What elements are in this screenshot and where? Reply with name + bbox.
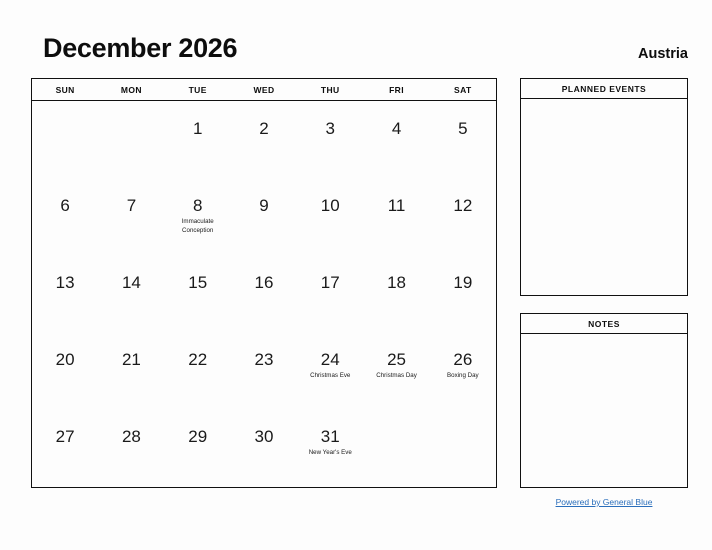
notes-title: NOTES <box>521 314 687 334</box>
page-title: December 2026 <box>43 33 238 63</box>
calendar-day-number: 8 <box>192 196 203 215</box>
calendar-day-cell[interactable]: 10 <box>297 178 363 255</box>
day-of-week-sat: SAT <box>454 84 472 95</box>
calendar-day-cell[interactable]: 17 <box>297 255 363 332</box>
planned-events-panel: PLANNED EVENTS <box>520 78 688 296</box>
calendar-day-number: 26 <box>453 350 473 369</box>
calendar-day-cell[interactable]: 6 <box>32 178 98 255</box>
calendar-day-event: New Year's Eve <box>308 449 352 456</box>
calendar-day-number: 10 <box>320 196 340 215</box>
calendar-day-number: 29 <box>188 427 208 446</box>
notes-writing-area[interactable] <box>521 334 687 488</box>
calendar-day-number: 3 <box>325 119 335 138</box>
calendar-day-cell[interactable]: 28 <box>98 409 164 486</box>
calendar-day-cell[interactable]: 27 <box>32 409 98 486</box>
calendar-week-row: 13 14 15 16 17 18 19 <box>32 255 496 332</box>
calendar-empty-cell <box>98 101 164 178</box>
day-of-week-header-row: SUN MON TUE WED THU FRI SAT <box>32 79 496 101</box>
day-of-week-mon: MON <box>120 84 142 95</box>
calendar-day-event: Immaculate Conception <box>181 218 214 234</box>
calendar-day-number: 7 <box>126 196 137 215</box>
day-of-week-thu: THU <box>320 84 340 95</box>
country-label: Austria <box>638 46 688 62</box>
day-of-week-sun: SUN <box>55 84 75 95</box>
calendar-day-cell[interactable]: 20 <box>32 332 98 409</box>
calendar-day-number: 13 <box>55 273 75 292</box>
calendar-day-cell[interactable]: 3 <box>297 101 363 178</box>
calendar-day-cell[interactable]: 1 <box>165 101 231 178</box>
calendar-week-row: 6 7 8 Immaculate Conception 9 10 11 12 <box>32 178 496 255</box>
calendar-day-number: 21 <box>121 350 141 369</box>
calendar-day-number: 18 <box>387 273 406 292</box>
calendar-day-cell[interactable]: 11 <box>363 178 429 255</box>
calendar-day-cell[interactable]: 13 <box>32 255 98 332</box>
calendar-day-number: 20 <box>55 350 75 369</box>
calendar-day-cell[interactable]: 25 Christmas Day <box>363 332 429 409</box>
calendar-day-cell[interactable]: 15 <box>165 255 231 332</box>
calendar-day-number: 2 <box>259 119 269 138</box>
day-of-week-wed: WED <box>253 84 275 95</box>
powered-by-link[interactable]: Powered by General Blue <box>520 497 688 507</box>
day-of-week-fri: FRI <box>389 84 404 95</box>
calendar-day-event: Christmas Eve <box>310 372 351 379</box>
planned-events-writing-area[interactable] <box>521 99 687 296</box>
calendar-week-row: 20 21 22 23 24 Christmas Eve 25 Christmas Day 26… <box>32 332 496 409</box>
calendar-day-number: 31 <box>320 427 340 446</box>
calendar-day-event: Boxing Day <box>447 372 479 379</box>
calendar-day-number: 25 <box>387 350 406 369</box>
calendar-page: December 2026 Austria SUN MON TUE WED THU FRI… <box>0 0 712 550</box>
calendar-day-number: 17 <box>320 273 340 292</box>
calendar-day-cell[interactable]: 14 <box>98 255 164 332</box>
calendar-day-number: 14 <box>121 273 141 292</box>
planned-events-title: PLANNED EVENTS <box>521 79 687 99</box>
calendar-day-number: 5 <box>458 119 468 138</box>
calendar-day-number: 15 <box>188 273 208 292</box>
calendar-day-number: 6 <box>60 196 70 215</box>
calendar-day-number: 12 <box>453 196 473 215</box>
calendar-day-number: 11 <box>387 196 406 215</box>
calendar-day-cell[interactable]: 5 <box>430 101 496 178</box>
calendar-day-number: 1 <box>192 119 203 138</box>
notes-panel: NOTES <box>520 313 688 488</box>
calendar-day-cell[interactable]: 2 <box>231 101 297 178</box>
day-of-week-tue: TUE <box>188 84 207 95</box>
calendar-day-cell[interactable]: 30 <box>231 409 297 486</box>
calendar-week-row: 27 28 29 30 31 New Year's Eve <box>32 409 496 486</box>
calendar-empty-cell <box>430 409 496 486</box>
calendar-week-row: 1 2 3 4 5 <box>32 101 496 178</box>
calendar-empty-cell <box>32 101 98 178</box>
calendar-day-cell[interactable]: 18 <box>363 255 429 332</box>
calendar-day-number: 30 <box>254 427 274 446</box>
calendar-day-cell[interactable]: 29 <box>165 409 231 486</box>
calendar-grid: SUN MON TUE WED THU FRI SAT 1 2 3 4 5 6 7 8 Immaculate… <box>31 78 497 488</box>
calendar-day-number: 19 <box>453 273 473 292</box>
calendar-day-number: 16 <box>254 273 274 292</box>
calendar-day-number: 9 <box>259 196 269 215</box>
calendar-day-number: 28 <box>121 427 141 446</box>
calendar-day-number: 24 <box>320 350 340 369</box>
calendar-day-cell[interactable]: 21 <box>98 332 164 409</box>
calendar-day-number: 23 <box>254 350 274 369</box>
calendar-day-cell[interactable]: 7 <box>98 178 164 255</box>
calendar-day-cell[interactable]: 12 <box>430 178 496 255</box>
calendar-day-event: Christmas Day <box>376 372 417 379</box>
calendar-empty-cell <box>363 409 429 486</box>
calendar-day-cell[interactable]: 16 <box>231 255 297 332</box>
calendar-day-cell[interactable]: 24 Christmas Eve <box>297 332 363 409</box>
calendar-day-cell[interactable]: 9 <box>231 178 297 255</box>
calendar-day-number: 22 <box>188 350 208 369</box>
calendar-day-cell[interactable]: 26 Boxing Day <box>430 332 496 409</box>
calendar-day-cell[interactable]: 19 <box>430 255 496 332</box>
calendar-day-cell[interactable]: 4 <box>363 101 429 178</box>
calendar-weeks: 1 2 3 4 5 6 7 8 Immaculate Conception 9 10 11 12 13 14… <box>32 101 496 486</box>
calendar-day-cell[interactable]: 22 <box>165 332 231 409</box>
calendar-day-cell[interactable]: 31 New Year's Eve <box>297 409 363 486</box>
calendar-day-cell[interactable]: 8 Immaculate Conception <box>165 178 231 255</box>
calendar-day-number: 27 <box>55 427 75 446</box>
calendar-day-number: 4 <box>391 119 402 138</box>
calendar-day-cell[interactable]: 23 <box>231 332 297 409</box>
